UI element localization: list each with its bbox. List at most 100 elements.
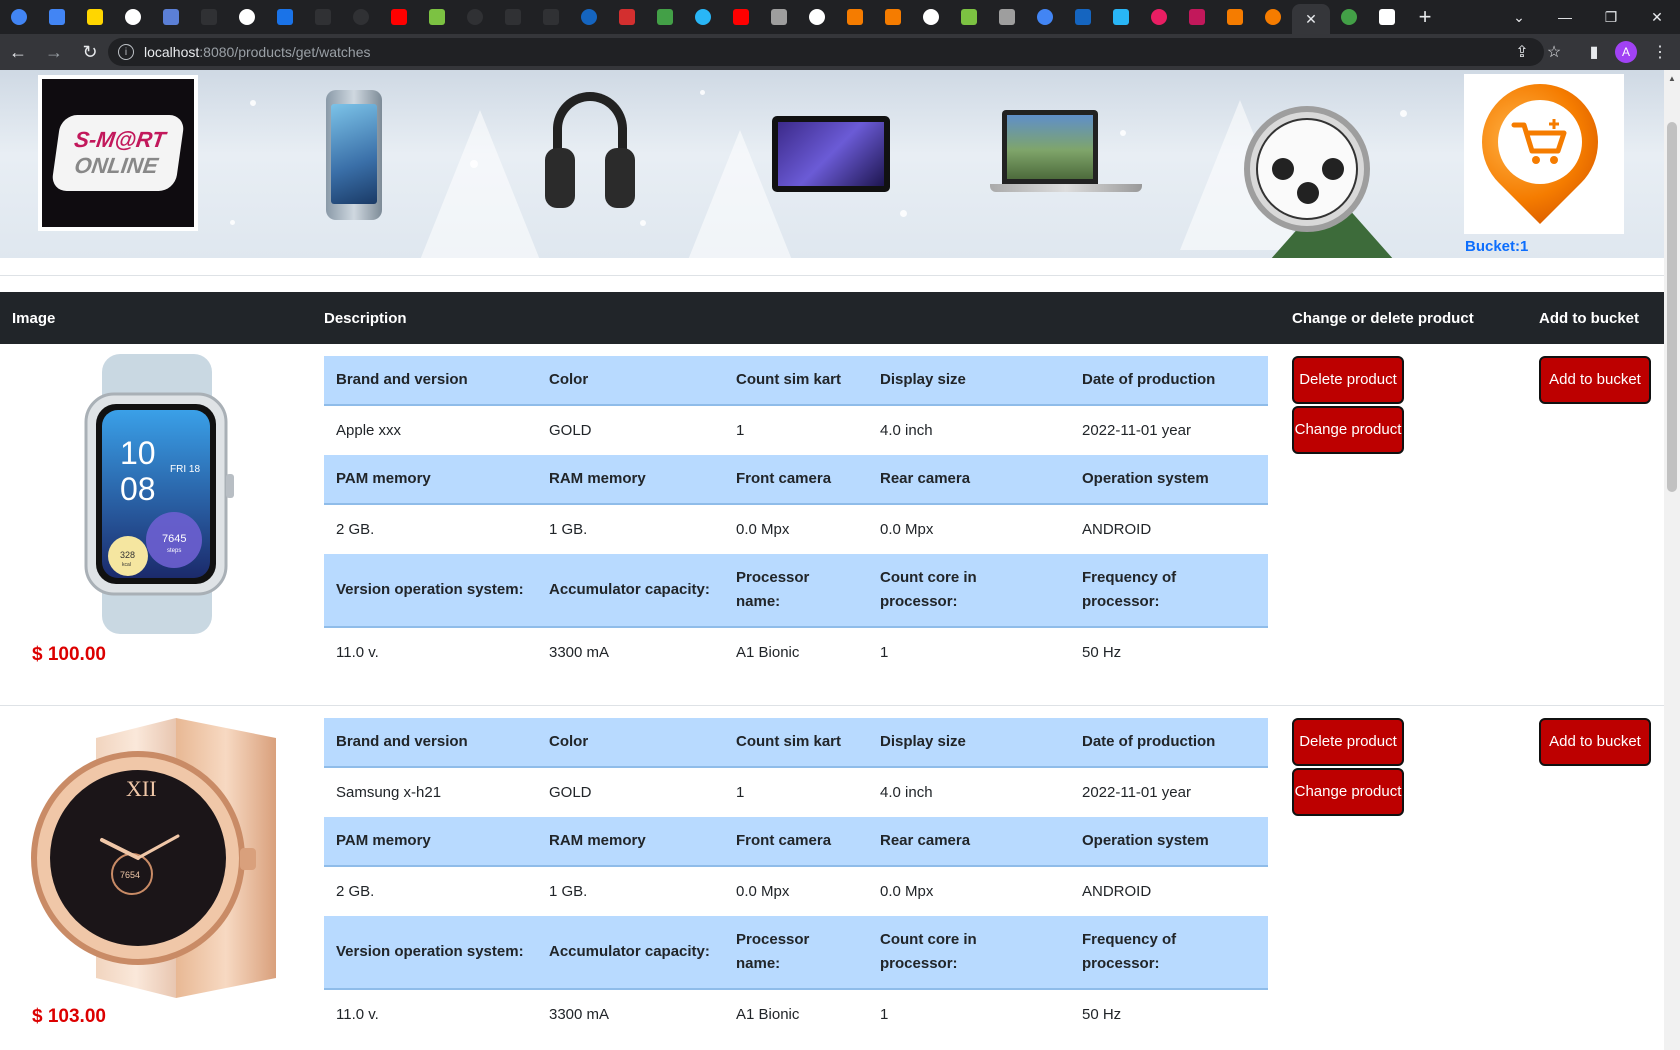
reload-icon[interactable]: ↻ xyxy=(72,34,108,70)
add-to-bucket-button[interactable]: Add to bucket xyxy=(1539,718,1651,766)
browser-tab[interactable] xyxy=(874,0,912,34)
tab-search-icon[interactable]: ⌄ xyxy=(1496,0,1542,34)
side-panel-icon[interactable]: ▮ xyxy=(1578,34,1610,70)
tab-strip: ✕ + xyxy=(0,0,1680,34)
category-headphones-image[interactable] xyxy=(545,92,635,212)
header-change-delete: Change or delete product xyxy=(1292,309,1474,327)
browser-tab[interactable] xyxy=(456,0,494,34)
browser-tab[interactable] xyxy=(494,0,532,34)
browser-tab[interactable] xyxy=(532,0,570,34)
snowflake xyxy=(900,210,907,217)
tab-extra-1[interactable] xyxy=(1330,0,1368,34)
restore-icon[interactable]: ❐ xyxy=(1588,0,1634,34)
spec-rear-camera-value: 0.0 Mpx xyxy=(880,882,934,900)
browser-tab[interactable] xyxy=(1178,0,1216,34)
spec-sim-value: 1 xyxy=(736,421,745,439)
browser-tab[interactable] xyxy=(1216,0,1254,34)
add-to-bucket-button[interactable]: Add to bucket xyxy=(1539,356,1651,404)
spec-label: Processor name: xyxy=(736,931,810,972)
tab-close-icon[interactable]: ✕ xyxy=(1305,11,1317,28)
new-tab-button[interactable]: + xyxy=(1406,0,1444,34)
tab-favicon xyxy=(809,9,825,25)
spec-label: Operation system xyxy=(1082,470,1209,487)
cart-button[interactable] xyxy=(1457,70,1624,234)
page-scrollbar[interactable]: ▲ xyxy=(1664,70,1680,1050)
snowflake xyxy=(1120,130,1126,136)
watch-steps-unit: steps xyxy=(167,548,181,554)
tab-extra-2[interactable] xyxy=(1368,0,1406,34)
browser-tab[interactable] xyxy=(190,0,228,34)
browser-tab[interactable] xyxy=(950,0,988,34)
browser-tab[interactable] xyxy=(1064,0,1102,34)
browser-tab[interactable] xyxy=(684,0,722,34)
product-price: $ 100.00 xyxy=(32,644,106,665)
table-row: 10 08 FRI 18 7645 steps 328 kcal $ 100.0… xyxy=(0,344,1664,706)
browser-tab[interactable] xyxy=(1102,0,1140,34)
browser-tab[interactable] xyxy=(342,0,380,34)
browser-tab[interactable] xyxy=(836,0,874,34)
bookmark-star-icon[interactable]: ☆ xyxy=(1538,34,1570,70)
browser-tab[interactable] xyxy=(38,0,76,34)
browser-tab[interactable] xyxy=(152,0,190,34)
browser-tab[interactable] xyxy=(608,0,646,34)
tab-favicon xyxy=(619,9,635,25)
spec-pam-value: 2 GB. xyxy=(336,520,375,538)
browser-tab[interactable] xyxy=(912,0,950,34)
browser-tab[interactable] xyxy=(570,0,608,34)
browser-tab[interactable] xyxy=(304,0,342,34)
spec-ram-value: 1 GB. xyxy=(549,520,588,538)
profile-avatar[interactable]: A xyxy=(1610,34,1642,70)
spec-label: Count core in processor: xyxy=(880,931,977,972)
tab-favicon xyxy=(125,9,141,25)
browser-tab[interactable] xyxy=(380,0,418,34)
spec-sim-value: 1 xyxy=(736,783,745,801)
browser-tab[interactable] xyxy=(114,0,152,34)
address-bar[interactable]: i localhost:8080/products/get/watches xyxy=(108,38,1544,66)
browser-tab[interactable] xyxy=(722,0,760,34)
browser-tab[interactable] xyxy=(418,0,456,34)
tab-favicon xyxy=(277,9,293,25)
change-product-button[interactable]: Change product xyxy=(1292,768,1404,816)
category-laptop-image[interactable] xyxy=(1002,110,1098,184)
spec-processor-value: A1 Bionic xyxy=(736,644,800,661)
browser-tab[interactable] xyxy=(228,0,266,34)
browser-tab[interactable] xyxy=(1140,0,1178,34)
category-watch-image[interactable] xyxy=(1232,94,1382,244)
delete-product-button[interactable]: Delete product xyxy=(1292,356,1404,404)
tab-favicon xyxy=(657,9,673,25)
browser-tab[interactable] xyxy=(76,0,114,34)
bucket-count[interactable]: Bucket:1 xyxy=(1465,238,1528,255)
scroll-up-icon[interactable]: ▲ xyxy=(1664,70,1680,86)
browser-tab[interactable] xyxy=(760,0,798,34)
browser-tab[interactable] xyxy=(266,0,304,34)
spec-front-camera-value: 0.0 Mpx xyxy=(736,520,790,538)
browser-tab[interactable] xyxy=(0,0,38,34)
active-tab[interactable]: ✕ xyxy=(1292,4,1330,34)
browser-tab[interactable] xyxy=(646,0,684,34)
category-tablet-image[interactable] xyxy=(772,116,890,192)
site-info-icon[interactable]: i xyxy=(118,44,134,60)
watch-numeral: XII xyxy=(126,776,157,801)
minimize-icon[interactable]: — xyxy=(1542,0,1588,34)
scrollbar-thumb[interactable] xyxy=(1667,122,1677,492)
tab-list xyxy=(0,0,1292,34)
spec-value-row: Apple xxx GOLD 1 4.0 inch 2022-11-01 yea… xyxy=(324,406,1268,455)
delete-product-button[interactable]: Delete product xyxy=(1292,718,1404,766)
menu-kebab-icon[interactable]: ⋮ xyxy=(1644,34,1676,70)
divider xyxy=(0,275,1664,276)
spec-label: Front camera xyxy=(736,832,832,849)
close-window-icon[interactable]: ✕ xyxy=(1634,0,1680,34)
browser-tab[interactable] xyxy=(988,0,1026,34)
site-logo[interactable]: S-M@RT ONLINE xyxy=(38,75,198,231)
category-phone-image[interactable] xyxy=(326,90,382,220)
forward-icon[interactable]: → xyxy=(36,34,72,70)
back-icon[interactable]: ← xyxy=(0,34,36,70)
browser-tab[interactable] xyxy=(798,0,836,34)
browser-tab[interactable] xyxy=(1254,0,1292,34)
change-product-button[interactable]: Change product xyxy=(1292,406,1404,454)
spec-label: Count core in processor: xyxy=(880,569,977,610)
spec-label: PAM memory xyxy=(336,470,431,487)
browser-tab[interactable] xyxy=(1026,0,1064,34)
share-icon[interactable]: ⇪ xyxy=(1506,34,1538,70)
header-image: Image xyxy=(12,309,56,327)
